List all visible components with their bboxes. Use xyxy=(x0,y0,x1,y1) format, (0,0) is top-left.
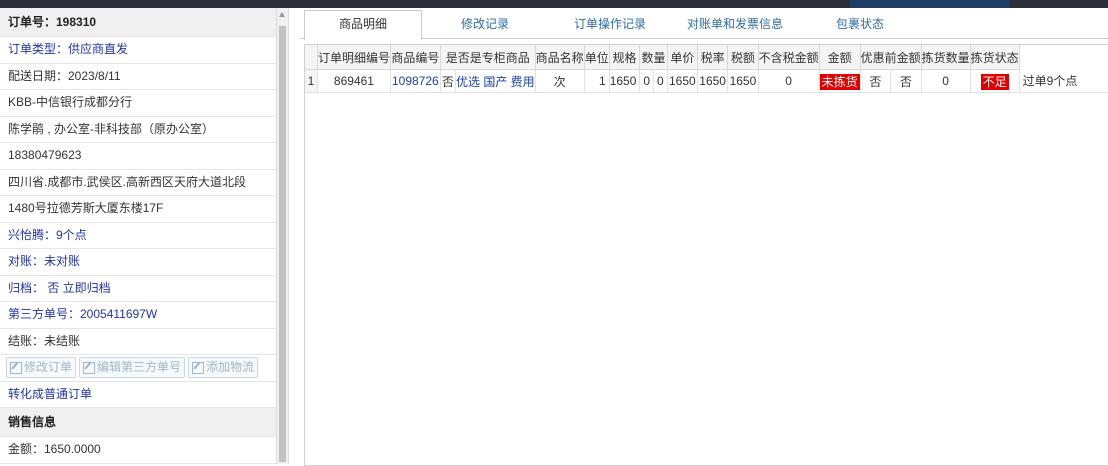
add-logistics-button[interactable]: 添加物流 xyxy=(188,357,259,379)
tab-modify-records[interactable]: 修改记录 xyxy=(430,11,540,38)
sales-amount: 金额：1650.0000 xyxy=(0,437,276,464)
address-line-2: 1480号拉德芳斯大厦东楼17F xyxy=(0,196,276,223)
tab-package-status[interactable]: 包裹状态 xyxy=(815,11,905,38)
scroll-up-icon[interactable] xyxy=(279,12,285,17)
col-index xyxy=(305,45,318,70)
action-buttons: 修改订单 编辑第三方单号 添加物流 xyxy=(0,355,276,382)
sales-info-header: 销售信息 xyxy=(0,408,276,437)
product-table: 订单明细编号 商品编号 是否是专柜商品 商品名称 单位 规格 数量 单价 税率 … xyxy=(305,45,1108,93)
table-header-row: 订单明细编号 商品编号 是否是专柜商品 商品名称 单位 规格 数量 单价 税率 … xyxy=(305,45,1108,70)
cell-pre-discount: 0 xyxy=(758,69,820,93)
customer-name: KBB-中信银行成都分行 xyxy=(0,90,276,117)
cell-spec: 1 xyxy=(584,69,610,93)
contact-phone: 18380479623 xyxy=(0,143,276,170)
col-pre-discount[interactable]: 优惠前金额 xyxy=(860,45,922,70)
not-picked-badge: 未拣货 xyxy=(819,73,860,90)
edit-order-button[interactable]: 修改订单 xyxy=(6,357,77,379)
address-line-1: 四川省.成都市.武侯区.高新西区天府大道北段 xyxy=(0,170,276,196)
convert-to-normal-order-link[interactable]: 转化成普通订单 xyxy=(0,382,276,408)
edit-third-party-button[interactable]: 编辑第三方单号 xyxy=(79,357,186,379)
settle-status: 结账：未结账 xyxy=(0,329,276,355)
order-info-panel: 订单号：198310 订单类型：供应商直发 配送日期：2023/8/11 KBB… xyxy=(0,8,277,464)
col-product-no[interactable]: 商品编号 xyxy=(390,45,441,70)
cell-tax: 1650 xyxy=(667,69,698,93)
cell-amount: 1650 xyxy=(727,69,759,93)
cell-status-c: 0 xyxy=(921,69,971,93)
col-qty[interactable]: 数量 xyxy=(639,45,668,70)
cell-price: 0 xyxy=(639,69,655,93)
reconcile-status: 对账：未对账 xyxy=(0,249,276,276)
table-row[interactable]: 1 869461 1098726 否 优选 国产 费用 次 1 1650 0 0… xyxy=(305,69,1108,93)
shortage-badge: 不足 xyxy=(980,73,1009,90)
third-party-number: 第三方单号：2005411697W xyxy=(0,302,276,329)
col-pick-status[interactable]: 拣货状态 xyxy=(970,45,1020,70)
row-index: 1 xyxy=(305,69,318,93)
contact-person: 陈学鹃 , 办公室-非科技部（原办公室） xyxy=(0,117,276,143)
edit-icon xyxy=(192,361,205,374)
cell-qty: 1650 xyxy=(609,69,641,93)
col-amount[interactable]: 金额 xyxy=(819,45,861,70)
cell-tax-rate: 0 xyxy=(653,69,668,93)
archive-status[interactable]: 归档： 否 立即归档 xyxy=(0,276,276,302)
edit-icon xyxy=(10,361,22,374)
col-is-counter[interactable]: 是否是专柜商品 xyxy=(440,45,536,70)
product-detail-grid: 订单明细编号 商品编号 是否是专柜商品 商品名称 单位 规格 数量 单价 税率 … xyxy=(304,44,1108,466)
cell-net-amount: 1650 xyxy=(697,69,729,93)
cell-product-no-link[interactable]: 1098726 xyxy=(390,69,441,93)
col-detail-no[interactable]: 订单明细编号 xyxy=(317,45,391,70)
col-spec[interactable]: 规格 xyxy=(609,45,641,70)
col-tax-rate[interactable]: 税率 xyxy=(697,45,729,70)
scrollbar-thumb[interactable] xyxy=(279,26,286,462)
cell-detail-no: 869461 xyxy=(317,69,391,93)
order-type: 订单类型：供应商直发 xyxy=(0,37,276,64)
col-price[interactable]: 单价 xyxy=(667,45,698,70)
col-product-name[interactable]: 商品名称 xyxy=(535,45,585,70)
left-panel-scrollbar[interactable] xyxy=(277,8,289,464)
tab-product-details[interactable]: 商品明细 xyxy=(304,10,422,40)
col-tax[interactable]: 税额 xyxy=(727,45,759,70)
tab-operation-records[interactable]: 订单操作记录 xyxy=(555,11,665,38)
cell-note: 过单9个点 xyxy=(1019,69,1108,93)
col-pick-qty[interactable]: 拣货数量 xyxy=(921,45,971,70)
cell-unit: 次 xyxy=(535,69,585,93)
col-net-amount[interactable]: 不含税金额 xyxy=(758,45,820,70)
col-unit[interactable]: 单位 xyxy=(584,45,610,70)
top-bar-highlight xyxy=(850,0,1010,8)
cell-status-a: 否 xyxy=(860,69,892,93)
delivery-date: 配送日期：2023/8/11 xyxy=(0,64,276,90)
cell-is-counter: 否 xyxy=(440,69,457,93)
edit-icon xyxy=(83,361,96,374)
picker-info: 兴怡腾：9个点 xyxy=(0,223,276,249)
cell-shortage: 不足 xyxy=(970,69,1020,93)
order-number: 订单号：198310 xyxy=(0,8,276,37)
detail-area: 商品明细 修改记录 订单操作记录 对账单和发票信息 包裹状态 订单明细编号 商品… xyxy=(300,8,1108,466)
cell-product-name-link[interactable]: 优选 国产 费用 xyxy=(455,69,536,93)
cell-pick-qty: 未拣货 xyxy=(819,69,861,93)
cell-status-b: 否 xyxy=(890,69,922,93)
top-bar xyxy=(0,0,1108,8)
tab-statement-invoice[interactable]: 对账单和发票信息 xyxy=(675,11,795,38)
tab-bar: 商品明细 修改记录 订单操作记录 对账单和发票信息 包裹状态 xyxy=(300,8,1108,40)
